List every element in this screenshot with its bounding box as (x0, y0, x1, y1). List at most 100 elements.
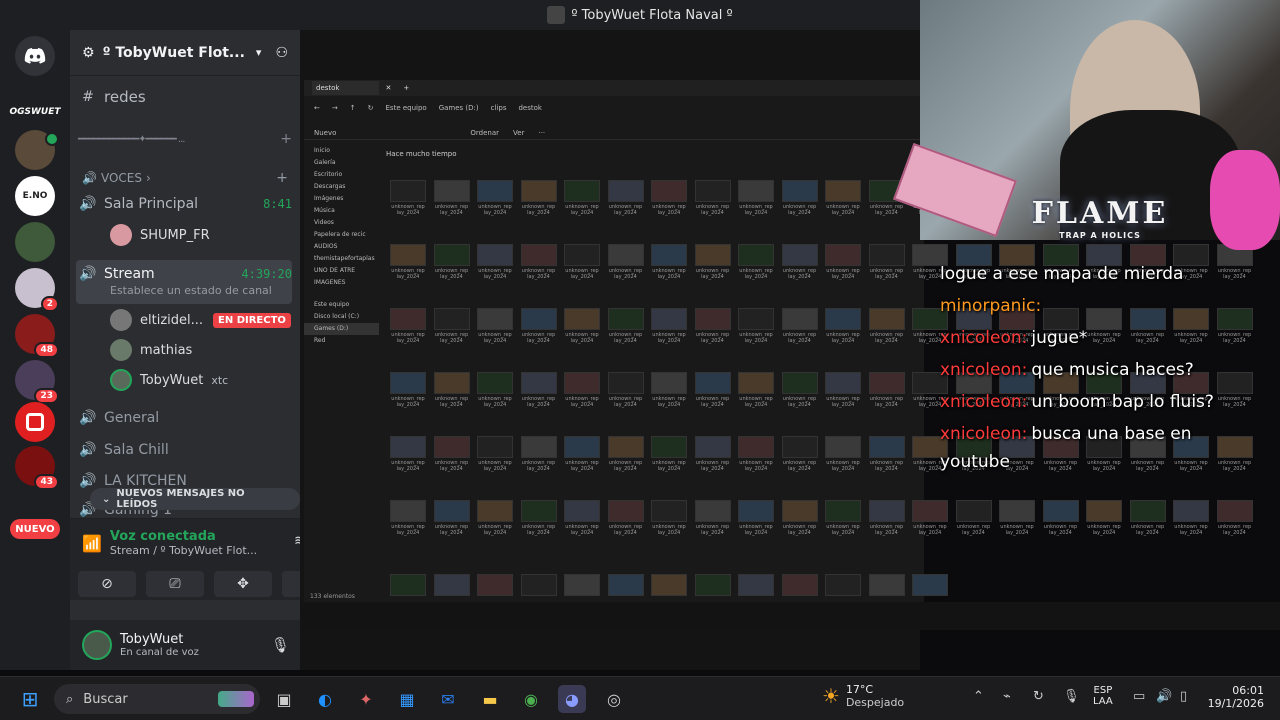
server-icon-1[interactable] (15, 130, 59, 170)
weather-widget[interactable]: ☀ 17°C Despejado (822, 683, 904, 709)
nav-item[interactable]: Música (304, 205, 379, 217)
file-thumbnail[interactable] (520, 308, 557, 330)
file-thumbnail[interactable] (607, 500, 644, 522)
file-thumbnail[interactable] (694, 180, 731, 202)
file-thumbnail[interactable] (955, 244, 992, 266)
voice-user-1[interactable]: eltizidel... EN DIRECTO (110, 308, 291, 332)
file-thumbnail[interactable] (477, 372, 513, 394)
channel-redes[interactable]: # redes (78, 84, 292, 110)
category-voces[interactable]: 🔊 VOCES › + (82, 170, 288, 186)
file-thumbnail[interactable] (781, 574, 818, 596)
file-thumbnail[interactable] (694, 574, 731, 596)
outlook-button[interactable]: ✉ (434, 685, 462, 713)
copilot-button[interactable]: ✦ (352, 685, 380, 713)
file-thumbnail[interactable] (651, 436, 687, 458)
file-thumbnail[interactable] (607, 180, 644, 202)
file-thumbnail[interactable] (1042, 308, 1079, 330)
voice-user-3[interactable]: TobyWuet xtc (110, 368, 228, 392)
search-box[interactable]: ⌕ Buscar (54, 684, 260, 714)
file-thumbnail[interactable] (520, 436, 557, 458)
file-thumbnail[interactable] (564, 180, 600, 202)
file-thumbnail[interactable] (477, 500, 513, 522)
file-thumbnail[interactable] (868, 574, 905, 596)
file-thumbnail[interactable] (1086, 244, 1122, 266)
file-thumbnail[interactable] (607, 436, 644, 458)
group-header[interactable]: Hace mucho tiempo (386, 150, 457, 158)
file-thumbnail[interactable] (694, 244, 731, 266)
file-thumbnail[interactable] (607, 574, 644, 596)
file-thumbnail[interactable] (564, 574, 600, 596)
file-thumbnail[interactable] (1173, 244, 1209, 266)
file-thumbnail[interactable] (1216, 436, 1253, 458)
back-icon[interactable]: ← (314, 104, 320, 112)
nav-item[interactable]: UNO DE ATRE (304, 265, 379, 277)
file-thumbnail[interactable] (564, 308, 600, 330)
close-icon[interactable]: ✕ (385, 84, 391, 92)
file-thumbnail[interactable] (1173, 500, 1209, 522)
file-thumbnail[interactable] (651, 244, 687, 266)
server-icon-3[interactable]: 2 (15, 268, 59, 312)
file-thumbnail[interactable] (999, 500, 1035, 522)
file-thumbnail[interactable] (825, 308, 861, 330)
user-info[interactable]: TobyWuet En canal de voz (120, 632, 199, 658)
file-thumbnail[interactable] (477, 436, 513, 458)
microphone-icon[interactable]: 🎙 (1063, 689, 1080, 704)
file-thumbnail[interactable] (694, 500, 731, 522)
nav-item[interactable]: themistapefortaplas (304, 253, 379, 265)
server-icon-5[interactable]: 23 (15, 360, 59, 404)
file-thumbnail[interactable] (694, 372, 731, 394)
breadcrumb-item[interactable]: Games (D:) (439, 104, 479, 112)
file-thumbnail[interactable] (825, 244, 861, 266)
file-thumbnail[interactable] (390, 372, 426, 394)
discord-taskbar-button[interactable]: ◕ (558, 685, 586, 713)
channel-sala-chill[interactable]: 🔊 Sala Chill (78, 437, 292, 463)
guild-header[interactable]: ⚙ º TobyWuet Flot... ▾ ⚇ (70, 30, 300, 76)
file-thumbnail[interactable] (390, 244, 426, 266)
channel-general[interactable]: 🔊 General (78, 405, 292, 431)
file-thumbnail[interactable] (868, 436, 905, 458)
file-thumbnail[interactable] (607, 244, 644, 266)
start-button[interactable]: ⊞ (16, 685, 44, 713)
file-thumbnail[interactable] (433, 372, 470, 394)
clock[interactable]: 06:01 19/1/2026 (1206, 684, 1264, 710)
file-thumbnail[interactable] (868, 500, 905, 522)
file-thumbnail[interactable] (520, 500, 557, 522)
file-thumbnail[interactable] (781, 244, 818, 266)
plus-icon[interactable]: + (276, 170, 288, 186)
file-thumbnail[interactable] (912, 244, 948, 266)
obs-button[interactable]: ◎ (600, 685, 628, 713)
network-off-icon[interactable]: ⌁ (1003, 689, 1011, 704)
view-button[interactable]: Ver (513, 129, 524, 137)
file-thumbnail[interactable] (390, 308, 426, 330)
chrome-button[interactable]: ◉ (517, 685, 545, 713)
channel-sala-principal[interactable]: 🔊 Sala Principal 8:41 (78, 191, 292, 217)
server-icon-4[interactable]: 48 (15, 314, 59, 358)
task-view-button[interactable]: ▣ (270, 685, 298, 713)
new-servers-pill[interactable]: NUEVO (10, 519, 60, 539)
file-thumbnail[interactable] (999, 244, 1035, 266)
file-thumbnail[interactable] (564, 436, 600, 458)
file-thumbnail[interactable] (1216, 372, 1253, 394)
share-screen-button[interactable]: ⎚ (146, 571, 204, 597)
file-thumbnail[interactable] (390, 500, 426, 522)
file-thumbnail[interactable] (477, 308, 513, 330)
nav-item[interactable]: Papelera de recic (304, 229, 379, 241)
file-thumbnail[interactable] (433, 180, 470, 202)
file-thumbnail[interactable] (477, 180, 513, 202)
chevron-up-icon[interactable]: ⌃ (973, 689, 984, 704)
nav-item[interactable]: Descargas (304, 181, 379, 193)
file-thumbnail[interactable] (390, 436, 426, 458)
file-thumbnail[interactable] (781, 500, 818, 522)
file-thumbnail[interactable] (651, 500, 687, 522)
file-thumbnail[interactable] (738, 436, 774, 458)
file-thumbnail[interactable] (825, 574, 861, 596)
file-thumbnail[interactable] (520, 180, 557, 202)
file-thumbnail[interactable] (912, 500, 948, 522)
voice-status[interactable]: 📶 Voz conectada Stream / º TobyWuet Flot… (82, 529, 257, 557)
file-thumbnail[interactable] (694, 436, 731, 458)
file-thumbnail[interactable] (912, 574, 948, 596)
server-eno[interactable]: E.NO (15, 176, 55, 216)
channel-status[interactable]: Establece un estado de canal (110, 284, 272, 297)
file-thumbnail[interactable] (477, 574, 513, 596)
nav-item[interactable]: Inicio (304, 145, 379, 157)
